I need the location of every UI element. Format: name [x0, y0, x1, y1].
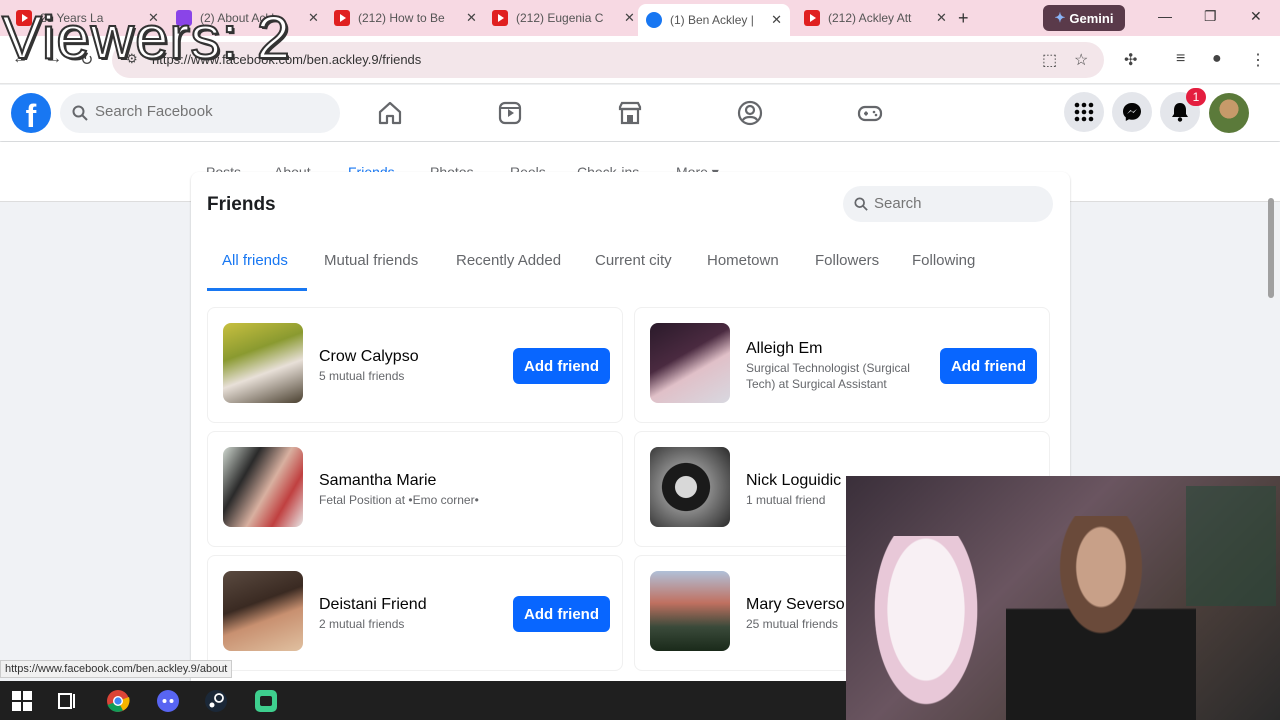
plush-toy: [866, 536, 986, 720]
messenger-button[interactable]: [1112, 92, 1152, 132]
chrome-icon[interactable]: [104, 687, 132, 715]
home-icon[interactable]: [376, 99, 404, 127]
browser-tab[interactable]: (212) Ackley Att ✕: [796, 4, 955, 32]
close-icon[interactable]: ✕: [624, 10, 635, 26]
viewers-overlay: Viewers: 2: [1, 3, 292, 72]
friend-name[interactable]: Samantha Marie: [319, 472, 436, 490]
bookmark-star-icon[interactable]: ☆: [1074, 50, 1088, 70]
friend-name[interactable]: Nick Loguidic: [746, 472, 841, 490]
close-icon[interactable]: ✕: [936, 10, 947, 26]
tab-followers[interactable]: Followers: [815, 252, 879, 269]
tab-following[interactable]: Following: [912, 252, 975, 269]
friend-name[interactable]: Deistani Friend: [319, 596, 427, 614]
facebook-header: f: [0, 85, 1280, 141]
install-app-icon[interactable]: ⬚: [1042, 50, 1057, 70]
bell-icon: [1172, 103, 1188, 122]
youtube-icon: [804, 10, 820, 26]
messenger-icon: [1123, 103, 1141, 121]
tab-mutual-friends[interactable]: Mutual friends: [324, 252, 418, 269]
add-friend-button[interactable]: Add friend: [513, 596, 610, 632]
close-icon[interactable]: ✕: [308, 10, 319, 26]
notification-badge: 1: [1186, 88, 1206, 106]
friends-title: Friends: [207, 194, 276, 215]
media-control-icon[interactable]: ≡: [1176, 50, 1185, 68]
facebook-search[interactable]: [60, 93, 340, 133]
friend-photo[interactable]: [223, 323, 303, 403]
search-icon: [854, 197, 868, 211]
marketplace-icon[interactable]: [616, 99, 644, 127]
webcam-overlay: [846, 476, 1280, 720]
tab-title: (1) Ben Ackley |: [670, 13, 754, 27]
extensions-icon[interactable]: ✣: [1124, 50, 1137, 70]
video-icon[interactable]: [496, 99, 524, 127]
facebook-logo[interactable]: f: [11, 93, 51, 134]
restore-icon[interactable]: ❐: [1204, 8, 1217, 25]
tab-current-city[interactable]: Current city: [595, 252, 672, 269]
task-view-icon[interactable]: [54, 687, 82, 715]
friend-photo[interactable]: [650, 323, 730, 403]
facebook-icon: [646, 12, 662, 28]
tab-all-friends[interactable]: All friends: [222, 252, 288, 269]
sparkle-icon: ✦: [1054, 10, 1066, 25]
add-friend-button[interactable]: Add friend: [513, 348, 610, 384]
search-input[interactable]: [95, 103, 325, 120]
windows-start-icon[interactable]: [8, 687, 36, 715]
youtube-icon: [334, 10, 350, 26]
groups-icon[interactable]: [736, 99, 764, 127]
friends-search[interactable]: [843, 186, 1053, 222]
tab-title: (212) Ackley Att: [828, 11, 912, 25]
grid-icon: [1074, 102, 1094, 122]
account-avatar[interactable]: [1209, 93, 1249, 133]
friend-photo[interactable]: [650, 571, 730, 651]
friend-photo[interactable]: [223, 447, 303, 527]
gemini-button[interactable]: ✦ Gemini: [1043, 5, 1125, 31]
close-icon[interactable]: ✕: [466, 10, 477, 26]
status-url: https://www.facebook.com/ben.ackley.9/ab…: [0, 660, 233, 678]
streaming-app-icon[interactable]: [252, 687, 280, 715]
gaming-icon[interactable]: [856, 99, 884, 127]
friends-search-input[interactable]: [874, 195, 1044, 212]
friend-subtitle: Fetal Position at •Emo corner•: [319, 493, 479, 507]
menu-kebab-icon[interactable]: ⋮: [1250, 50, 1266, 70]
steam-icon[interactable]: [202, 687, 230, 715]
friend-card: Samantha Marie Fetal Position at •Emo co…: [207, 431, 623, 547]
minimize-icon[interactable]: —: [1158, 8, 1172, 24]
youtube-icon: [492, 10, 508, 26]
browser-tab-active[interactable]: (1) Ben Ackley | ✕: [638, 4, 790, 36]
gemini-label: Gemini: [1069, 10, 1114, 26]
friend-name[interactable]: Alleigh Em: [746, 340, 822, 358]
profile-icon[interactable]: ●: [1212, 50, 1222, 68]
tab-title: (212) How to Be: [358, 11, 445, 25]
discord-icon[interactable]: [154, 687, 182, 715]
friend-card: Crow Calypso 5 mutual friends Add friend: [207, 307, 623, 423]
friend-card: Alleigh Em Surgical Technologist (Surgic…: [634, 307, 1050, 423]
tab-hometown[interactable]: Hometown: [707, 252, 779, 269]
friend-subtitle: 2 mutual friends: [319, 617, 405, 631]
new-tab-button[interactable]: +: [958, 8, 969, 29]
friend-card: Deistani Friend 2 mutual friends Add fri…: [207, 555, 623, 671]
friend-name[interactable]: Crow Calypso: [319, 348, 419, 366]
window-close-icon[interactable]: ✕: [1250, 8, 1262, 25]
menu-grid-button[interactable]: [1064, 92, 1104, 132]
active-tab-underline: [207, 288, 307, 291]
friend-subtitle: Surgical Technologist (Surgical Tech) at…: [746, 361, 910, 391]
browser-tab[interactable]: (212) How to Be ✕: [326, 4, 485, 32]
tab-recently-added[interactable]: Recently Added: [456, 252, 561, 269]
tab-title: (212) Eugenia C: [516, 11, 604, 25]
close-icon[interactable]: ✕: [771, 12, 782, 28]
page-scrollbar[interactable]: [1268, 198, 1274, 298]
friend-subtitle: 5 mutual friends: [319, 369, 405, 383]
friend-photo[interactable]: [223, 571, 303, 651]
streamer: [1006, 516, 1196, 720]
friend-photo[interactable]: [650, 447, 730, 527]
background-shelf: [1186, 486, 1276, 606]
friend-name[interactable]: Mary Severso: [746, 596, 845, 614]
browser-tab[interactable]: (212) Eugenia C ✕: [484, 4, 643, 32]
windows-taskbar: [0, 681, 846, 720]
search-icon: [72, 105, 88, 121]
add-friend-button[interactable]: Add friend: [940, 348, 1037, 384]
